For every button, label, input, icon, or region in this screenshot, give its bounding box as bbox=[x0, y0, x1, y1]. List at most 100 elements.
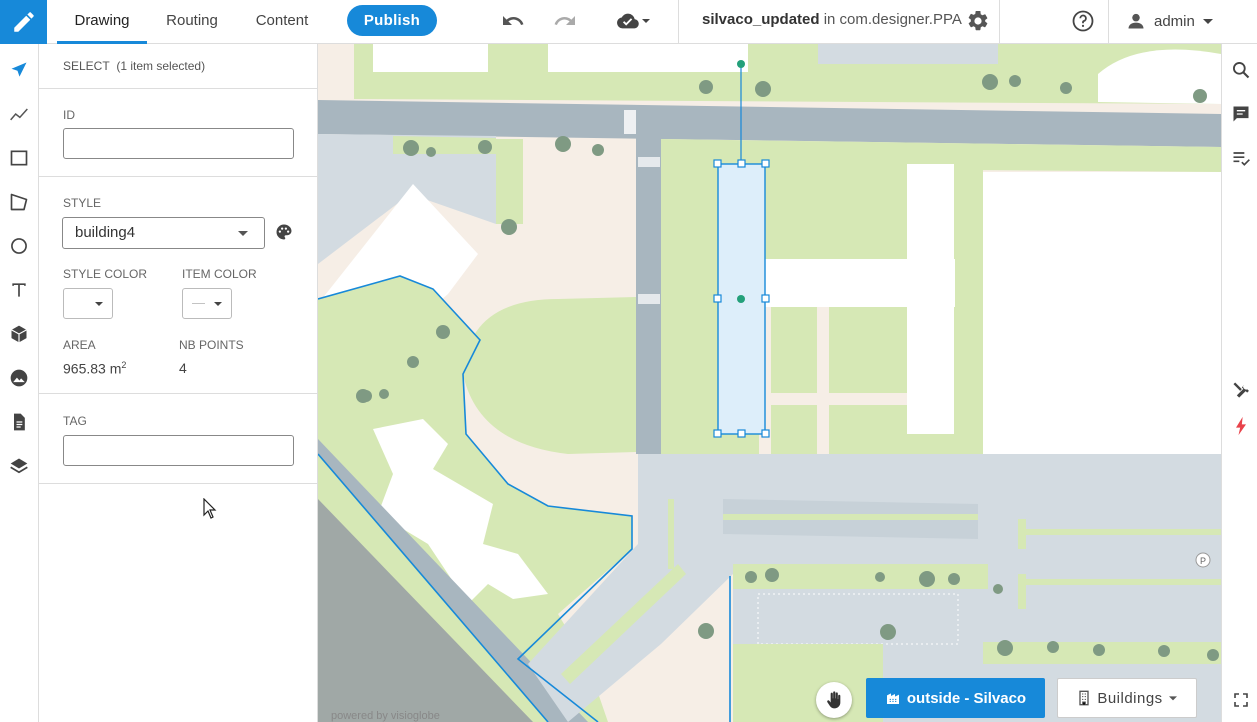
style-value: building4 bbox=[75, 224, 136, 241]
style-select[interactable]: building4 bbox=[62, 217, 265, 249]
venue-name: outside - Silvaco bbox=[906, 689, 1027, 707]
chevron-down-icon bbox=[642, 19, 650, 23]
center-handle[interactable] bbox=[737, 295, 745, 303]
circle-tool[interactable] bbox=[8, 235, 30, 257]
item-color-value: — bbox=[192, 295, 205, 310]
id-label: ID bbox=[63, 108, 75, 122]
map-canvas[interactable]: P powered by visioglobe bbox=[318, 44, 1221, 722]
comments-button[interactable] bbox=[1230, 103, 1252, 125]
item-color-picker[interactable]: — bbox=[182, 288, 232, 319]
map-credit: powered by visioglobe bbox=[331, 710, 440, 722]
undo-button[interactable] bbox=[499, 8, 527, 34]
layer-name: Buildings bbox=[1097, 689, 1163, 707]
polygon-tool[interactable] bbox=[8, 191, 30, 213]
chevron-down-icon bbox=[214, 302, 222, 306]
drawing-mode-button[interactable] bbox=[0, 0, 47, 44]
project-organisation: in com.designer.PPA bbox=[819, 11, 962, 28]
document-tool[interactable] bbox=[8, 411, 30, 433]
comment-icon bbox=[1233, 106, 1249, 122]
tag-section: TAG bbox=[39, 394, 318, 484]
item-color-label: ITEM COLOR bbox=[182, 267, 257, 281]
polygon-icon bbox=[10, 193, 28, 211]
tab-content[interactable]: Content bbox=[242, 0, 322, 44]
cloud-check-icon bbox=[617, 13, 639, 29]
polyline-tool[interactable] bbox=[8, 103, 30, 125]
settings-button[interactable] bbox=[964, 8, 992, 34]
project-title: silvaco_updated in com.designer.PPA bbox=[702, 0, 962, 42]
chevron-down-icon bbox=[238, 231, 248, 236]
style-color-picker[interactable] bbox=[63, 288, 113, 319]
selection-header: SELECT (1 item selected) bbox=[63, 59, 205, 73]
crosswalk bbox=[638, 294, 660, 304]
area-value: 965.83 m2 bbox=[63, 360, 126, 377]
map-drawing: P bbox=[318, 44, 1221, 722]
search-icon bbox=[1233, 61, 1250, 79]
id-input[interactable] bbox=[63, 128, 294, 159]
grass-area bbox=[968, 170, 983, 454]
select-arrow-icon bbox=[11, 62, 27, 77]
select-tool[interactable] bbox=[8, 59, 30, 81]
rotation-handle[interactable] bbox=[737, 60, 745, 68]
chevron-down-icon bbox=[1168, 696, 1177, 701]
venue-selector-button[interactable]: outside - Silvaco bbox=[866, 678, 1045, 718]
text-icon bbox=[12, 283, 26, 297]
style-palette-button[interactable] bbox=[275, 223, 293, 246]
user-name: admin bbox=[1154, 12, 1195, 30]
rectangle-tool[interactable] bbox=[8, 147, 30, 169]
model-3d-tool[interactable] bbox=[8, 323, 30, 345]
grass-area bbox=[496, 139, 523, 224]
fullscreen-icon bbox=[1234, 693, 1248, 707]
user-menu[interactable]: admin bbox=[1126, 0, 1213, 42]
properties-panel: SELECT (1 item selected) ID STYLE buildi… bbox=[39, 44, 318, 722]
crosswalk bbox=[638, 157, 660, 167]
area-unit-exponent: 2 bbox=[121, 360, 127, 370]
select-title: SELECT bbox=[63, 59, 110, 73]
tab-routing[interactable]: Routing bbox=[152, 0, 232, 44]
pencil-icon bbox=[13, 12, 34, 32]
image-tool[interactable] bbox=[8, 367, 30, 389]
help-button[interactable] bbox=[1069, 8, 1097, 34]
grass-median bbox=[1018, 529, 1221, 535]
redo-icon bbox=[554, 16, 575, 25]
redo-button[interactable] bbox=[551, 8, 579, 34]
grass-median bbox=[723, 514, 978, 520]
gear-icon bbox=[968, 10, 988, 31]
divider bbox=[999, 0, 1000, 44]
layers-icon bbox=[10, 458, 28, 474]
top-bar: Drawing Routing Content Publish silvaco_… bbox=[0, 0, 1257, 44]
chevron-down-icon bbox=[95, 302, 103, 306]
layer-selector-button[interactable]: Buildings bbox=[1057, 678, 1197, 718]
checklist-button[interactable] bbox=[1230, 147, 1252, 169]
layers-tool[interactable] bbox=[8, 455, 30, 477]
pan-mode-button[interactable] bbox=[816, 682, 852, 718]
search-button[interactable] bbox=[1230, 59, 1252, 81]
quick-action-button[interactable] bbox=[1230, 415, 1252, 437]
tag-input[interactable] bbox=[63, 435, 294, 466]
building-shape bbox=[548, 44, 748, 72]
cube-icon bbox=[11, 325, 27, 343]
rectangle-icon bbox=[10, 150, 28, 166]
text-tool[interactable] bbox=[8, 279, 30, 301]
tools-button[interactable] bbox=[1230, 379, 1252, 401]
select-section: SELECT (1 item selected) bbox=[39, 44, 318, 89]
fullscreen-button[interactable] bbox=[1230, 689, 1252, 711]
circle-icon bbox=[11, 238, 27, 254]
palette-icon bbox=[276, 224, 292, 240]
tag-label: TAG bbox=[63, 414, 87, 428]
divider bbox=[678, 0, 679, 44]
mouse-cursor-icon bbox=[203, 498, 217, 519]
document-icon bbox=[14, 413, 25, 431]
id-section: ID bbox=[39, 89, 318, 177]
sync-status-button[interactable] bbox=[609, 8, 657, 34]
tab-drawing[interactable]: Drawing bbox=[57, 0, 147, 44]
building-icon bbox=[1079, 690, 1089, 706]
chevron-down-icon bbox=[1202, 19, 1213, 24]
parking-marker-label: P bbox=[1200, 556, 1206, 566]
polyline-icon bbox=[10, 108, 28, 121]
image-icon bbox=[10, 369, 28, 387]
selection-count: (1 item selected) bbox=[116, 59, 206, 73]
tools-icon bbox=[1233, 382, 1249, 398]
project-name: silvaco_updated bbox=[702, 11, 820, 28]
user-icon bbox=[1128, 13, 1144, 29]
publish-button[interactable]: Publish bbox=[347, 5, 437, 36]
